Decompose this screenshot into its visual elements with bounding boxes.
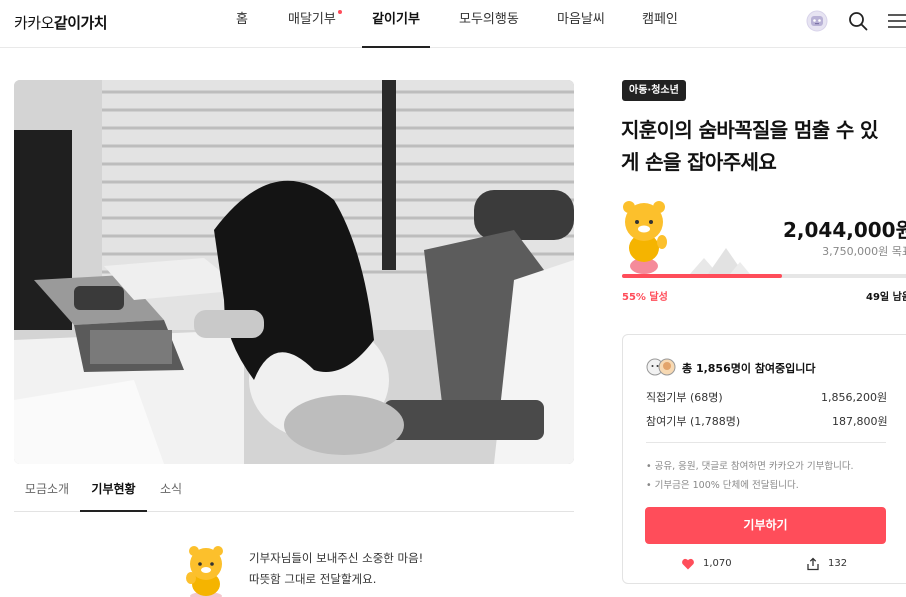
like-button[interactable]: 1,070 — [681, 556, 741, 572]
note-kakao-donates: • 공유, 응원, 댓글로 참여하면 카카오가 기부합니다. — [646, 461, 854, 472]
nav-campaign[interactable]: 캠페인 — [642, 0, 678, 48]
participant-avatars-icon — [646, 358, 680, 376]
progress-bar — [622, 274, 906, 278]
share-count: 132 — [828, 558, 848, 569]
nav-everyone-action[interactable]: 모두의행동 — [459, 0, 519, 48]
menu-icon[interactable] — [884, 10, 906, 32]
tab-news[interactable]: 소식 — [147, 472, 195, 512]
campaign-title-line-1: 지훈이의 숨바꼭질을 멈출 수 있 — [621, 118, 878, 142]
new-dot-badge — [337, 10, 342, 14]
share-button[interactable]: 132 — [806, 556, 856, 572]
heart-icon — [682, 558, 694, 570]
campaign-title-line-2: 게 손을 잡아주세요 — [621, 150, 777, 174]
thanks-line-1: 기부자님들이 보내주신 소중한 마음! — [249, 551, 424, 565]
share-icon — [807, 557, 819, 571]
progress-percent: 55% 달성 — [622, 292, 668, 303]
search-icon[interactable] — [847, 10, 869, 32]
logo-kakao: 카카오 — [14, 14, 54, 32]
target-amount: 3,750,000원 목표 — [822, 245, 906, 258]
donate-button[interactable]: 기부하기 — [645, 507, 886, 544]
campaign-hero-image — [14, 80, 574, 464]
logo[interactable]: 카카오같이가치 — [14, 12, 108, 33]
nav-home[interactable]: 홈 — [236, 0, 248, 48]
days-left: 49일 남음 — [866, 292, 906, 303]
mountain-decoration-icon — [690, 246, 750, 274]
nav-together[interactable]: 같이기부 — [362, 0, 430, 48]
direct-donation-label: 직접기부 (68명) — [646, 391, 723, 404]
participants-total: 총 1,856명이 참여중입니다 — [682, 362, 816, 375]
card-divider — [646, 442, 886, 443]
like-count: 1,070 — [703, 558, 732, 569]
detail-tabs: 모금소개 기부현황 소식 — [14, 472, 574, 512]
ryan-progress-mascot-icon — [616, 198, 676, 278]
ryan-mascot-icon — [176, 542, 236, 597]
category-tag[interactable]: 아동·청소년 — [622, 80, 686, 101]
tab-intro[interactable]: 모금소개 — [14, 472, 80, 512]
profile-avatar-icon[interactable] — [806, 10, 828, 32]
raised-amount: 2,044,000원 — [782, 218, 906, 242]
nav-monthly-label: 매달기부 — [288, 12, 336, 27]
logo-gachi: 같이가치 — [53, 14, 108, 32]
campaign-title: 지훈이의 숨바꼭질을 멈출 수 있 게 손을 잡아주세요 — [621, 114, 906, 178]
progress-fill — [622, 274, 782, 278]
thanks-message: 기부자님들이 보내주신 소중한 마음! 따뜻함 그대로 전달할게요. — [249, 548, 423, 590]
nav-mind-weather[interactable]: 마음날씨 — [557, 0, 605, 48]
participation-donation-label: 참여기부 (1,788명) — [646, 415, 741, 428]
tab-donation-status[interactable]: 기부현황 — [80, 472, 147, 512]
thanks-line-2: 따뜻함 그대로 전달할게요. — [249, 572, 377, 586]
direct-donation-value: 1,856,200원 — [821, 391, 888, 404]
nav-monthly[interactable]: 매달기부 — [288, 0, 342, 48]
participation-donation-value: 187,800원 — [832, 415, 888, 428]
note-full-transfer: • 기부금은 100% 단체에 전달됩니다. — [646, 480, 799, 491]
top-header: 카카오같이가치 홈 매달기부 같이기부 모두의행동 마음날씨 캠페인 — [0, 0, 906, 48]
